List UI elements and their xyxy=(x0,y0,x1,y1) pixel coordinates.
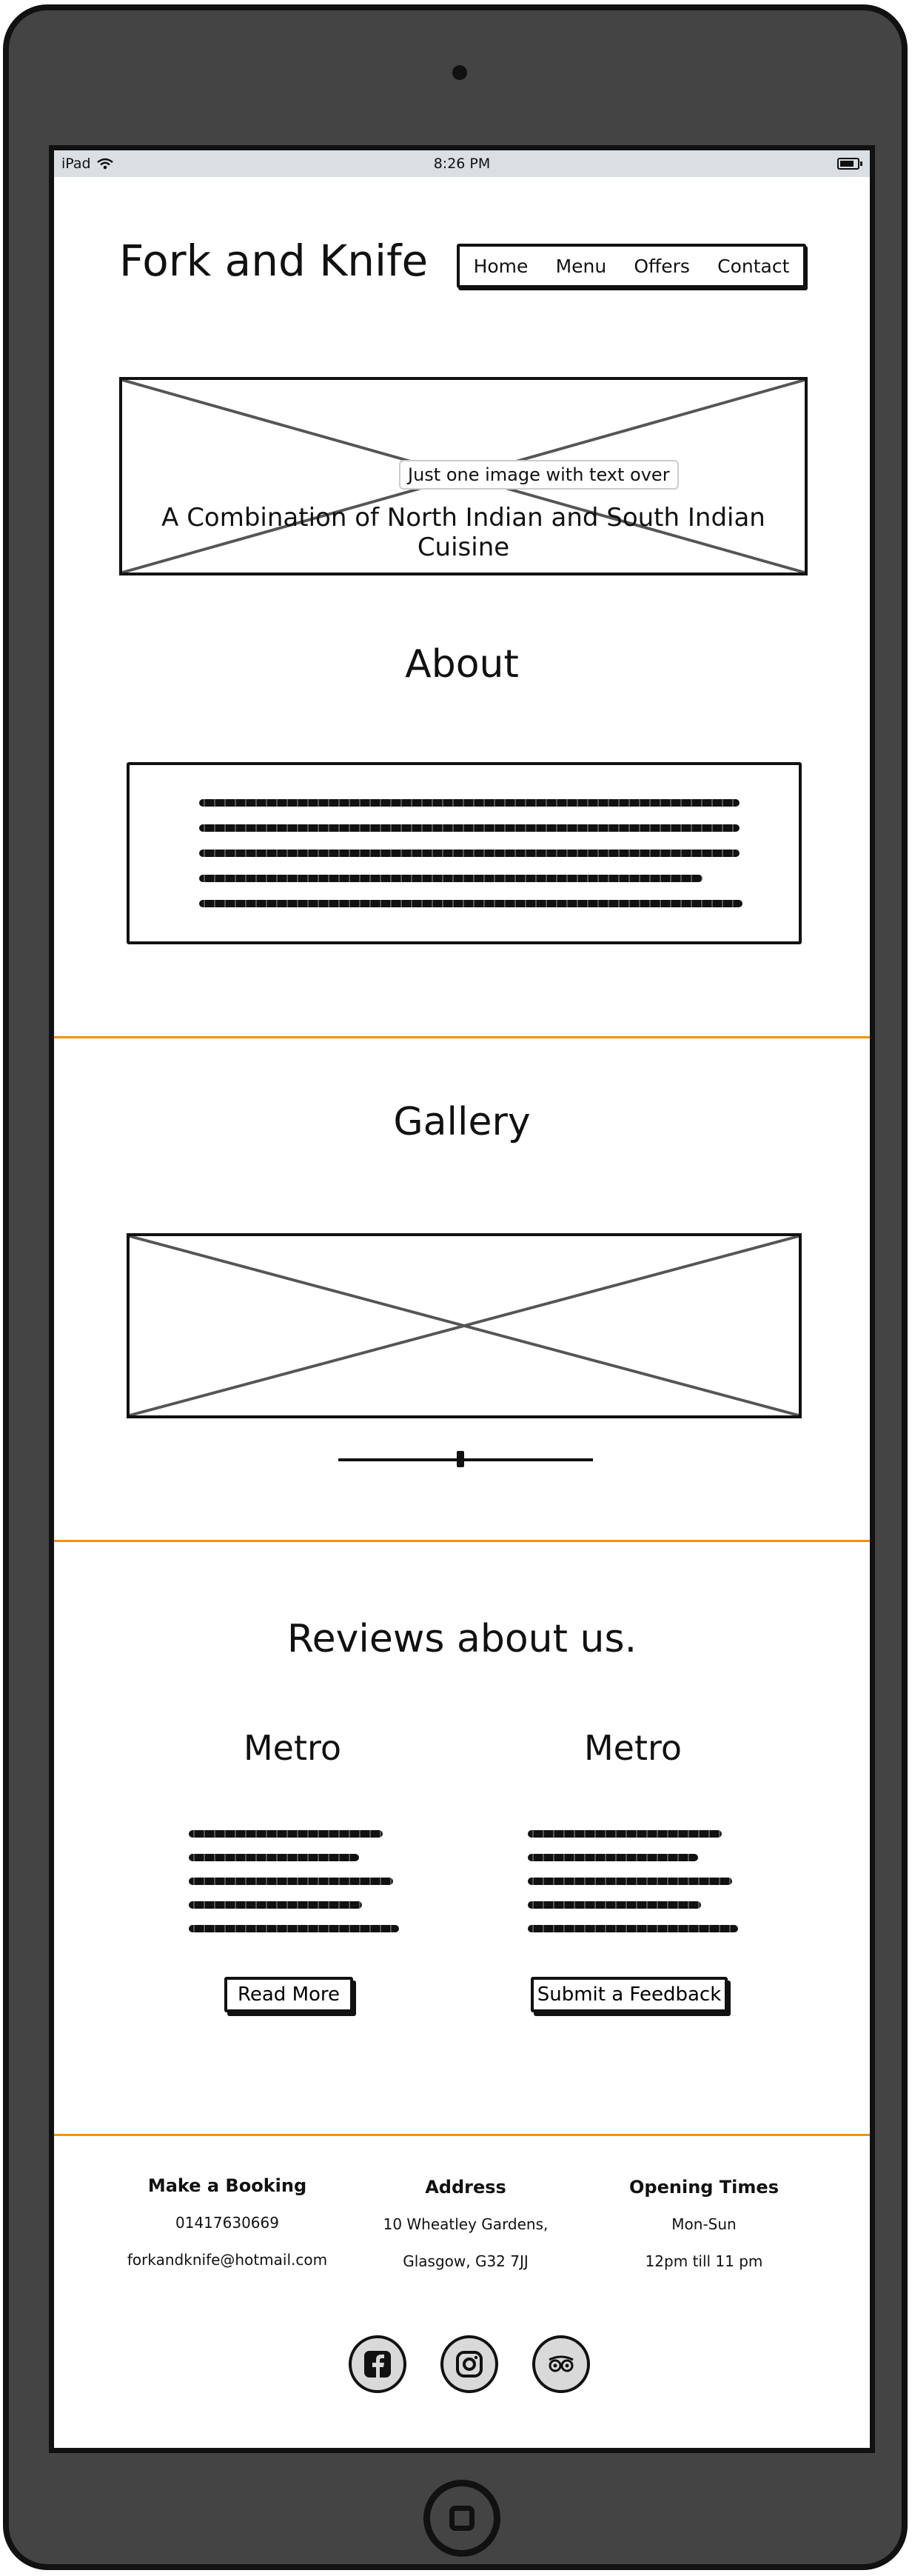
footer-address-line: 10 Wheatley Gardens, xyxy=(383,2215,549,2233)
footer-heading: Address xyxy=(425,2177,506,2198)
nav-contact[interactable]: Contact xyxy=(717,256,789,277)
gallery-slider-track[interactable] xyxy=(338,1458,593,1461)
screen: iPad 8:26 PM Fork and Knife Home Menu Of… xyxy=(49,145,875,2453)
gallery-slider-thumb[interactable] xyxy=(457,1451,464,1467)
gallery-title: Gallery xyxy=(393,1100,531,1144)
submit-feedback-button[interactable]: Submit a Feedback xyxy=(531,1977,728,2012)
review-title: Metro xyxy=(583,1728,683,1768)
tripadvisor-icon[interactable] xyxy=(532,2335,590,2393)
nav-menu[interactable]: Menu xyxy=(556,256,607,277)
read-more-button[interactable]: Read More xyxy=(224,1977,353,2012)
footer-hours: Opening Times Mon-Sun 12pm till 11 pm xyxy=(608,2177,800,2289)
section-divider xyxy=(54,2134,870,2136)
footer-days: Mon-Sun xyxy=(671,2215,737,2233)
nav-home[interactable]: Home xyxy=(474,256,529,277)
footer-email[interactable]: forkandknife@hotmail.com xyxy=(116,2251,338,2269)
footer-address: Address 10 Wheatley Gardens, Glasgow, G3… xyxy=(362,2177,569,2289)
status-time: 8:26 PM xyxy=(433,156,491,172)
home-button[interactable] xyxy=(423,2480,500,2557)
text-line xyxy=(199,799,740,807)
text-line xyxy=(199,824,740,832)
nav-offers[interactable]: Offers xyxy=(634,256,690,277)
review-title: Metro xyxy=(243,1728,342,1768)
footer-heading: Make a Booking xyxy=(147,2175,307,2196)
footer-heading: Opening Times xyxy=(629,2177,779,2198)
hero-caption: Just one image with text over xyxy=(399,460,679,490)
nav-bar: Home Menu Offers Contact xyxy=(457,244,806,288)
text-line xyxy=(199,875,703,882)
facebook-icon[interactable] xyxy=(349,2335,406,2393)
hero-tagline: A Combination of North Indian and South … xyxy=(161,503,765,562)
instagram-icon[interactable] xyxy=(440,2335,498,2393)
ipad-frame: iPad 8:26 PM Fork and Knife Home Menu Of… xyxy=(3,4,908,2570)
footer-booking: Make a Booking 01417630669 forkandknife@… xyxy=(116,2175,338,2288)
section-divider xyxy=(54,1540,870,1542)
camera-icon xyxy=(452,65,467,80)
about-title: About xyxy=(405,642,519,687)
footer-address-line: Glasgow, G32 7JJ xyxy=(403,2252,529,2270)
footer-times: 12pm till 11 pm xyxy=(645,2252,763,2270)
text-line xyxy=(199,900,742,907)
reviews-title: Reviews about us. xyxy=(286,1617,637,1661)
brand-logo[interactable]: Fork and Knife xyxy=(119,236,428,286)
gallery-image-placeholder xyxy=(127,1233,802,1418)
about-text-box xyxy=(127,762,802,944)
status-bar: iPad 8:26 PM xyxy=(54,150,870,177)
hero-image-placeholder: Just one image with text over A Combinat… xyxy=(119,377,808,575)
footer-phone[interactable]: 01417630669 xyxy=(116,2214,338,2232)
battery-icon xyxy=(837,158,862,170)
section-divider xyxy=(54,1036,870,1038)
text-line xyxy=(199,850,740,857)
